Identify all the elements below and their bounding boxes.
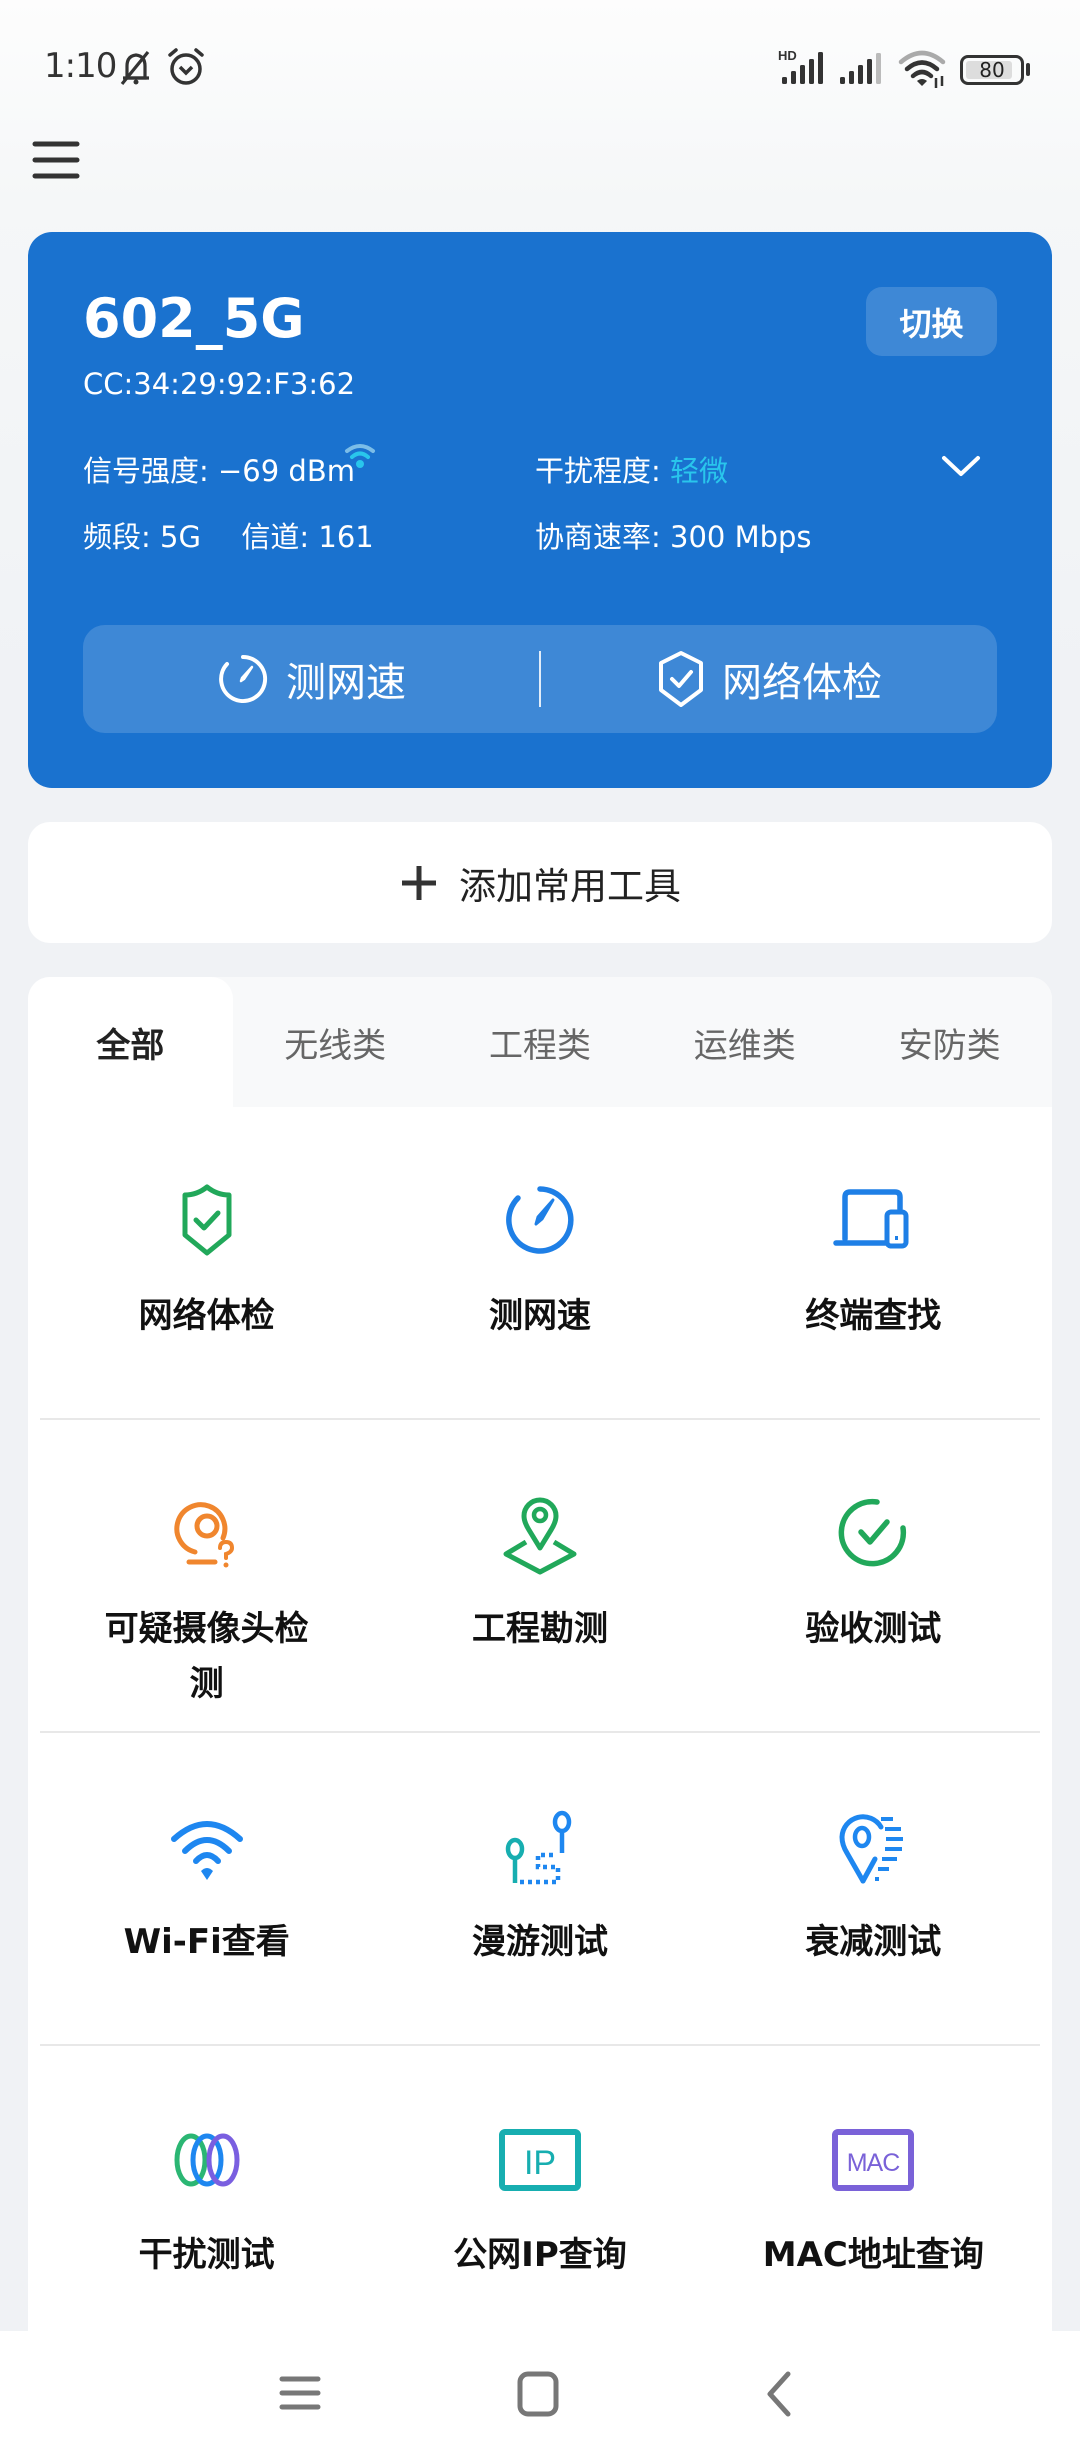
tools-row: 干扰测试 IP 公网IP查询 MAC MAC地址查询: [40, 2046, 1040, 2359]
home-icon[interactable]: [516, 2371, 560, 2417]
tab-all[interactable]: 全部: [28, 977, 233, 1107]
plus-icon: [402, 865, 436, 900]
tool-public-ip-lookup[interactable]: IP 公网IP查询: [373, 2046, 706, 2359]
hamburger-menu-icon[interactable]: [28, 135, 84, 185]
tool-network-checkup[interactable]: 网络体检: [40, 1107, 373, 1418]
wifi-icon: [898, 50, 946, 88]
signal-strength: 信号强度: −69 dBm: [83, 448, 355, 490]
system-navigation-bar: [0, 2331, 1080, 2460]
svg-text:HD: HD: [778, 48, 797, 63]
speedometer-icon: [506, 1186, 574, 1254]
svg-text:MAC: MAC: [847, 2149, 901, 2177]
tools-row: 可疑摄像头检测 工程勘测 验收测试: [40, 1420, 1040, 1733]
tool-label: 衰减测试: [805, 1922, 942, 1962]
tab-engineering[interactable]: 工程类: [438, 977, 643, 1107]
tab-wireless[interactable]: 无线类: [233, 977, 438, 1107]
tool-label: 工程勘测: [471, 1609, 608, 1649]
switch-network-button[interactable]: 切换: [866, 287, 997, 356]
shield-check-icon: [659, 651, 703, 707]
interference-level: 干扰程度: 轻微: [535, 448, 728, 490]
speed-test-label: 测网速: [286, 660, 406, 706]
negotiated-rate: 协商速率: 300 Mbps: [535, 514, 812, 556]
tools-row: Wi-Fi查看 漫游测试 衰减测试: [40, 1733, 1040, 2046]
interference-rings-icon: [174, 2133, 240, 2187]
signal-wifi-icon: [345, 444, 375, 468]
quick-actions-bar: 测网速 网络体检: [83, 625, 997, 733]
ssid: 602_5G: [83, 287, 305, 350]
tool-acceptance-test[interactable]: 验收测试: [707, 1420, 1040, 1731]
tool-label: 验收测试: [805, 1609, 942, 1649]
battery-tip: [1026, 63, 1030, 76]
channel-label: 信道:: [241, 520, 310, 554]
camera-question-icon: [174, 1502, 234, 1568]
tool-suspicious-camera[interactable]: 可疑摄像头检测: [40, 1420, 373, 1731]
battery-level: 80: [979, 58, 1005, 82]
roaming-path-icon: [505, 1810, 572, 1885]
network-checkup-button[interactable]: 网络体检: [541, 625, 997, 733]
status-time: 1:10: [44, 46, 117, 86]
speedometer-icon: [219, 654, 268, 703]
signal-icon: [840, 53, 881, 84]
ip-box-icon: IP: [498, 2129, 581, 2191]
tab-security[interactable]: 安防类: [847, 977, 1052, 1107]
wifi-icon: [170, 1821, 243, 1880]
tool-label: 测网速: [488, 1296, 591, 1336]
add-common-tools-label: 添加常用工具: [459, 864, 681, 908]
tools-grid: 网络体检 测网速 终端查找 可疑摄像头检测 工程勘测 验收测试 Wi-Fi查看 …: [28, 1107, 1052, 2359]
tab-operations[interactable]: 运维类: [642, 977, 847, 1107]
svg-text:IP: IP: [524, 2144, 556, 2182]
tool-label: 漫游测试: [471, 1922, 608, 1962]
channel-value: 161: [318, 520, 374, 554]
tool-device-finder[interactable]: 终端查找: [707, 1107, 1040, 1418]
bssid-mac: CC:34:29:92:F3:62: [83, 367, 356, 401]
tool-label: Wi-Fi查看: [123, 1922, 290, 1962]
band-channel: 频段: 5G 信道: 161: [83, 514, 374, 556]
tool-label: 公网IP查询: [453, 2235, 627, 2275]
rate-label: 协商速率:: [535, 520, 661, 554]
network-checkup-label: 网络体检: [722, 660, 882, 706]
battery-indicator: 80: [960, 55, 1024, 85]
tool-mac-lookup[interactable]: MAC MAC地址查询: [707, 2046, 1040, 2359]
band-value: 5G: [160, 520, 201, 554]
tool-label: 网络体检: [138, 1296, 275, 1336]
tools-row: 网络体检 测网速 终端查找: [40, 1107, 1040, 1420]
tool-speed-test[interactable]: 测网速: [373, 1107, 706, 1418]
tool-label: MAC地址查询: [762, 2235, 984, 2275]
check-circle-icon: [838, 1498, 907, 1567]
interference-value: 轻微: [670, 454, 729, 488]
speed-test-button[interactable]: 测网速: [83, 625, 539, 733]
devices-icon: [833, 1189, 909, 1249]
category-tabs: 全部 无线类 工程类 运维类 安防类: [28, 977, 1052, 1107]
tool-attenuation-test[interactable]: 衰减测试: [707, 1733, 1040, 2044]
add-common-tools-button[interactable]: 添加常用工具: [28, 822, 1052, 943]
tool-roaming-test[interactable]: 漫游测试: [373, 1733, 706, 2044]
alarm-icon: [168, 48, 204, 85]
shield-check-icon: [182, 1184, 232, 1256]
signal-strength-value: −69 dBm: [218, 454, 355, 488]
tool-site-survey[interactable]: 工程勘测: [373, 1420, 706, 1731]
pin-attenuation-icon: [839, 1814, 904, 1884]
mac-box-icon: MAC: [832, 2129, 915, 2191]
tool-label: 可疑摄像头检测: [104, 1609, 309, 1704]
band-label: 频段:: [83, 520, 151, 554]
tools-panel: 全部 无线类 工程类 运维类 安防类 网络体检 测网速 终端查找 可疑摄像头检测…: [28, 977, 1052, 2397]
hd-signal-icon: HD: [778, 48, 823, 84]
recents-icon[interactable]: [278, 2371, 322, 2415]
signal-strength-label: 信号强度:: [83, 454, 209, 488]
tool-interference-test[interactable]: 干扰测试: [40, 2046, 373, 2359]
chevron-down-icon[interactable]: [936, 452, 986, 482]
tool-wifi-view[interactable]: Wi-Fi查看: [40, 1733, 373, 2044]
mute-icon: [120, 50, 150, 86]
rate-value: 300 Mbps: [670, 520, 812, 554]
interference-label: 干扰程度:: [535, 454, 661, 488]
map-pin-area-icon: [503, 1497, 577, 1575]
wifi-info-card: 602_5G CC:34:29:92:F3:62 切换 信号强度: −69 dB…: [28, 232, 1052, 788]
tool-label: 终端查找: [805, 1296, 942, 1336]
tool-label: 干扰测试: [138, 2235, 275, 2275]
back-icon[interactable]: [760, 2371, 796, 2417]
